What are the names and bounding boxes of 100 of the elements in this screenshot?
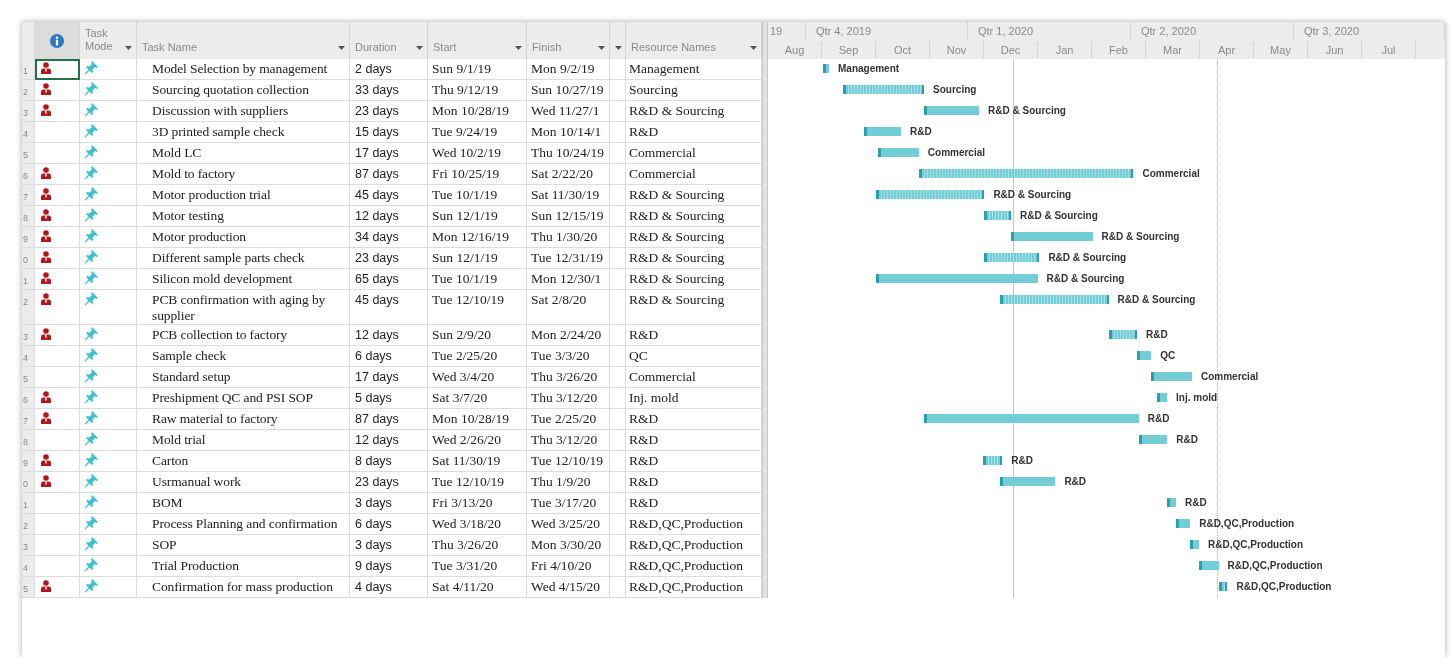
task-name: Mold LC bbox=[152, 145, 202, 160]
column-header[interactable]: Resource Names bbox=[631, 41, 716, 53]
row-number: 9 bbox=[23, 458, 28, 468]
duration-cell: 9 days bbox=[355, 559, 392, 573]
resource-names: R&D bbox=[629, 124, 659, 139]
duration-cell: 4 days bbox=[355, 580, 392, 594]
start-date: Sat 3/7/20 bbox=[432, 390, 488, 405]
column-header[interactable]: Finish bbox=[532, 41, 562, 53]
month-label: Feb bbox=[1109, 44, 1128, 56]
bar-label: R&D,QC,Production bbox=[1199, 519, 1295, 529]
start-date: Sat 4/11/20 bbox=[432, 579, 494, 594]
bar-label: Commercial bbox=[1142, 169, 1200, 179]
resource-names: R&D & Sourcing bbox=[629, 187, 725, 202]
month-label: Mar bbox=[1163, 44, 1182, 56]
resource-names: Commercial bbox=[629, 369, 696, 384]
resource-names: R&D bbox=[629, 474, 659, 489]
start-date: Thu 3/26/20 bbox=[432, 537, 499, 552]
month-label: May bbox=[1270, 44, 1291, 56]
task-name: Discussion with suppliers bbox=[152, 103, 289, 118]
row-number: 4 bbox=[23, 563, 28, 573]
column-header[interactable]: Task Mode bbox=[85, 27, 115, 53]
duration-cell: 3 days bbox=[355, 538, 392, 552]
start-date: Tue 12/10/19 bbox=[432, 474, 504, 489]
start-date: Mon 12/16/19 bbox=[432, 229, 509, 244]
resource-names: R&D,QC,Production bbox=[629, 579, 743, 594]
start-date: Wed 2/26/20 bbox=[432, 432, 502, 447]
resource-names: R&D,QC,Production bbox=[629, 537, 743, 552]
bar-label: QC bbox=[1160, 351, 1176, 361]
resource-names: R&D & Sourcing bbox=[629, 229, 725, 244]
resource-names: Sourcing bbox=[629, 82, 678, 97]
task-name: Trial Production bbox=[152, 558, 239, 573]
start-date: Wed 3/4/20 bbox=[432, 369, 495, 384]
finish-date: Sun 10/27/19 bbox=[531, 82, 604, 97]
bar-label: Commercial bbox=[1201, 372, 1259, 382]
resource-names: QC bbox=[629, 348, 648, 363]
finish-date: Mon 9/2/19 bbox=[531, 61, 595, 76]
finish-date: Thu 3/12/20 bbox=[531, 390, 598, 405]
duration-cell: 45 days bbox=[355, 188, 399, 202]
task-name: PCB confirmation with aging by supplier bbox=[152, 292, 326, 323]
column-header[interactable]: Task Name bbox=[142, 41, 198, 53]
row-number: 5 bbox=[23, 374, 28, 384]
row-number: 4 bbox=[23, 129, 28, 139]
resource-names: R&D & Sourcing bbox=[629, 271, 725, 286]
task-name: Confirmation for mass production bbox=[152, 579, 333, 594]
duration-cell: 34 days bbox=[355, 230, 399, 244]
bar-label: R&D bbox=[1176, 435, 1198, 445]
start-date: Tue 3/31/20 bbox=[432, 558, 498, 573]
resource-names: R&D bbox=[629, 432, 659, 447]
row-number: 0 bbox=[23, 255, 28, 265]
quarter-label: Qtr 2, 2020 bbox=[1141, 25, 1197, 37]
column-header[interactable]: Duration bbox=[355, 41, 397, 53]
start-date: Sun 12/1/19 bbox=[432, 208, 498, 223]
start-date: Tue 12/10/19 bbox=[432, 292, 504, 307]
row-number: 6 bbox=[23, 395, 28, 405]
start-date: Tue 10/1/19 bbox=[432, 187, 498, 202]
duration-cell: 33 days bbox=[355, 83, 399, 97]
column-header[interactable]: Start bbox=[433, 41, 457, 53]
bar-label: R&D & Sourcing bbox=[1020, 211, 1098, 221]
row-number: 8 bbox=[23, 437, 28, 447]
finish-date: Mon 3/30/20 bbox=[531, 537, 602, 552]
row-number: 5 bbox=[23, 584, 28, 594]
duration-cell: 45 days bbox=[355, 293, 399, 307]
resource-names: R&D & Sourcing bbox=[629, 103, 725, 118]
task-name: Usrmanual work bbox=[152, 474, 241, 489]
duration-cell: 12 days bbox=[355, 433, 399, 447]
resource-names: R&D bbox=[629, 453, 659, 468]
start-date: Fri 3/13/20 bbox=[432, 495, 493, 510]
month-label: Nov bbox=[946, 44, 967, 56]
row-number: 6 bbox=[23, 171, 28, 181]
finish-date: Tue 3/17/20 bbox=[531, 495, 597, 510]
task-name: PCB collection to factory bbox=[152, 327, 288, 342]
task-name: Carton bbox=[152, 453, 189, 468]
row-number: 1 bbox=[23, 66, 28, 76]
bar-label: R&D & Sourcing bbox=[993, 190, 1072, 200]
bar-label: R&D bbox=[1146, 330, 1168, 340]
duration-cell: 65 days bbox=[355, 272, 399, 286]
bar-label: Inj. mold bbox=[1176, 393, 1218, 403]
start-date: Thu 9/12/19 bbox=[432, 82, 499, 97]
finish-date: Tue 3/3/20 bbox=[531, 348, 590, 363]
row-number: 5 bbox=[23, 150, 28, 160]
row-number: 4 bbox=[23, 353, 28, 363]
row-number: 1 bbox=[23, 276, 28, 286]
start-date: Sat 11/30/19 bbox=[432, 453, 501, 468]
task-name: Motor production bbox=[152, 229, 246, 244]
duration-cell: 6 days bbox=[355, 349, 392, 363]
bar-label: R&D & Sourcing bbox=[1046, 274, 1125, 284]
resource-names: R&D & Sourcing bbox=[629, 250, 725, 265]
finish-date: Tue 12/31/19 bbox=[531, 250, 603, 265]
duration-cell: 3 days bbox=[355, 496, 392, 510]
quarter-label: 19 bbox=[770, 25, 783, 37]
finish-date: Thu 3/26/20 bbox=[531, 369, 598, 384]
start-date: Tue 10/1/19 bbox=[432, 271, 498, 286]
task-name: Model Selection by management bbox=[152, 61, 328, 76]
task-name: Sourcing quotation collection bbox=[152, 82, 309, 97]
duration-cell: 17 days bbox=[355, 370, 399, 384]
task-name: Preshipment QC and PSI SOP bbox=[152, 390, 313, 405]
finish-date: Wed 4/15/20 bbox=[531, 579, 601, 594]
bar-label: R&D bbox=[1185, 498, 1207, 508]
task-name: Mold trial bbox=[152, 432, 206, 447]
quarter-label: Qtr 3, 2020 bbox=[1304, 25, 1360, 37]
